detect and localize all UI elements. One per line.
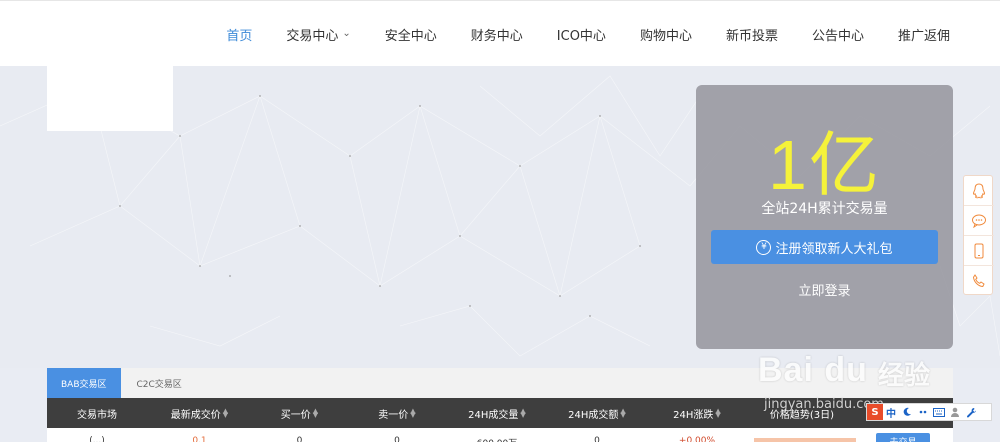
col-change[interactable]: 24H涨跌 ▲ ▼ — [647, 406, 747, 421]
cell-sell-price: 0 — [394, 436, 400, 442]
nav-trade-center[interactable]: 交易中心 ⌄ — [286, 25, 350, 44]
nav-coin-vote-label: 新币投票 — [725, 28, 778, 44]
moon-icon[interactable] — [899, 404, 915, 420]
col-buy-price[interactable]: 买一价 ▲ ▼ — [252, 406, 347, 421]
nav-shopping-center[interactable]: 购物中心 — [640, 25, 692, 44]
sort-icon: ▲ ▼ — [520, 407, 526, 419]
register-gift-button[interactable]: ¥ 注册领取新人大礼包 — [711, 230, 938, 264]
nav-coin-vote[interactable]: 新币投票 — [726, 25, 778, 44]
sort-icon: ▲ ▼ — [312, 407, 319, 419]
sort-icon: ▲ ▼ — [222, 407, 229, 419]
nav-announcements[interactable]: 公告中心 — [812, 25, 864, 44]
nav-announcements-label: 公告中心 — [811, 28, 864, 44]
table-row[interactable]: (...) 0.1 0 0 600.00万 0 +0.00% 去交易 — [47, 428, 953, 442]
cell-buy-price: 0 — [296, 436, 303, 442]
col-amount-label: 24H成交额 — [568, 409, 619, 421]
trend-sparkline — [754, 438, 856, 442]
sogou-logo-icon[interactable]: S — [867, 404, 883, 420]
ime-mode-toggle[interactable]: 中 — [883, 404, 899, 420]
total-volume-number: 1亿 — [768, 126, 881, 204]
nav-shopping-center-label: 购物中心 — [639, 28, 692, 44]
watermark-brand: Bai du — [758, 351, 868, 389]
ime-toolbar: S 中 — [866, 403, 992, 421]
sort-icon: ▲ ▼ — [715, 407, 721, 419]
sort-icon: ▲ ▼ — [410, 407, 416, 419]
site-logo[interactable] — [47, 66, 173, 131]
nav-home[interactable]: 首页 — [226, 25, 252, 44]
go-trade-button[interactable]: 去交易 — [876, 433, 930, 442]
col-market-label: 交易市场 — [77, 409, 117, 421]
tab-bab-market[interactable]: BAB交易区 — [47, 368, 121, 398]
nav-home-label: 首页 — [226, 28, 253, 44]
total-volume-caption: 全站24H累计交易量 — [761, 201, 888, 217]
nav-security-center-label: 安全中心 — [384, 28, 437, 44]
tab-c2c-market[interactable]: C2C交易区 — [121, 368, 198, 398]
chat-bubble-icon[interactable] — [964, 206, 994, 236]
mobile-phone-icon[interactable] — [964, 236, 994, 266]
col-market: 交易市场 — [47, 406, 147, 421]
col-volume[interactable]: 24H成交量 ▲ ▼ — [447, 406, 547, 421]
col-buy-price-label: 买一价 — [280, 409, 311, 421]
cell-market: (...) — [89, 436, 105, 442]
nav-finance-center-label: 财务中心 — [470, 28, 523, 44]
cell-last-price: 0.1 — [192, 436, 207, 442]
nav-ico-center-label: ICO中心 — [556, 28, 606, 44]
watermark-brand-cn: 经验 — [878, 361, 931, 391]
col-last-price-label: 最新成交价 — [170, 409, 221, 421]
col-amount[interactable]: 24H成交额 ▲ ▼ — [547, 406, 647, 421]
register-gift-label: 注册领取新人大礼包 — [775, 241, 893, 257]
side-contact-bar — [963, 175, 994, 296]
punctuation-icon[interactable] — [915, 404, 931, 420]
col-sell-price-label: 卖一价 — [378, 409, 409, 421]
nav-referral-label: 推广返佣 — [897, 28, 950, 44]
login-link[interactable]: 立即登录 — [696, 280, 953, 299]
yen-coin-icon: ¥ — [756, 239, 772, 255]
nav-ico-center[interactable]: ICO中心 — [557, 25, 606, 44]
nav-security-center[interactable]: 安全中心 — [385, 25, 437, 44]
cell-change: +0.00% — [678, 436, 716, 442]
wrench-icon[interactable] — [963, 404, 979, 420]
promo-panel: 1亿 全站24H累计交易量 ¥ 注册领取新人大礼包 立即登录 — [696, 85, 953, 349]
chevron-down-icon: ⌄ — [342, 27, 351, 39]
cell-amount: 0 — [594, 436, 600, 442]
cell-volume: 600.00万 — [447, 428, 547, 442]
col-volume-label: 24H成交量 — [468, 409, 519, 421]
user-icon[interactable] — [947, 404, 963, 420]
col-sell-price[interactable]: 卖一价 ▲ ▼ — [347, 406, 447, 421]
top-navbar: 首页 交易中心 ⌄ 安全中心 财务中心 ICO中心 购物中心 新币投票 公告中心 … — [0, 0, 1000, 66]
col-change-label: 24H涨跌 — [673, 409, 714, 421]
keyboard-icon[interactable] — [931, 404, 947, 420]
main-nav: 首页 交易中心 ⌄ 安全中心 财务中心 ICO中心 购物中心 新币投票 公告中心 … — [192, 1, 950, 67]
nav-referral[interactable]: 推广返佣 — [898, 25, 950, 44]
col-last-price[interactable]: 最新成交价 ▲ ▼ — [147, 406, 252, 421]
nav-finance-center[interactable]: 财务中心 — [471, 25, 523, 44]
qq-icon[interactable] — [964, 176, 994, 206]
sort-icon: ▲ ▼ — [620, 407, 626, 419]
nav-trade-center-label: 交易中心 — [286, 28, 339, 44]
telephone-icon[interactable] — [964, 266, 994, 296]
